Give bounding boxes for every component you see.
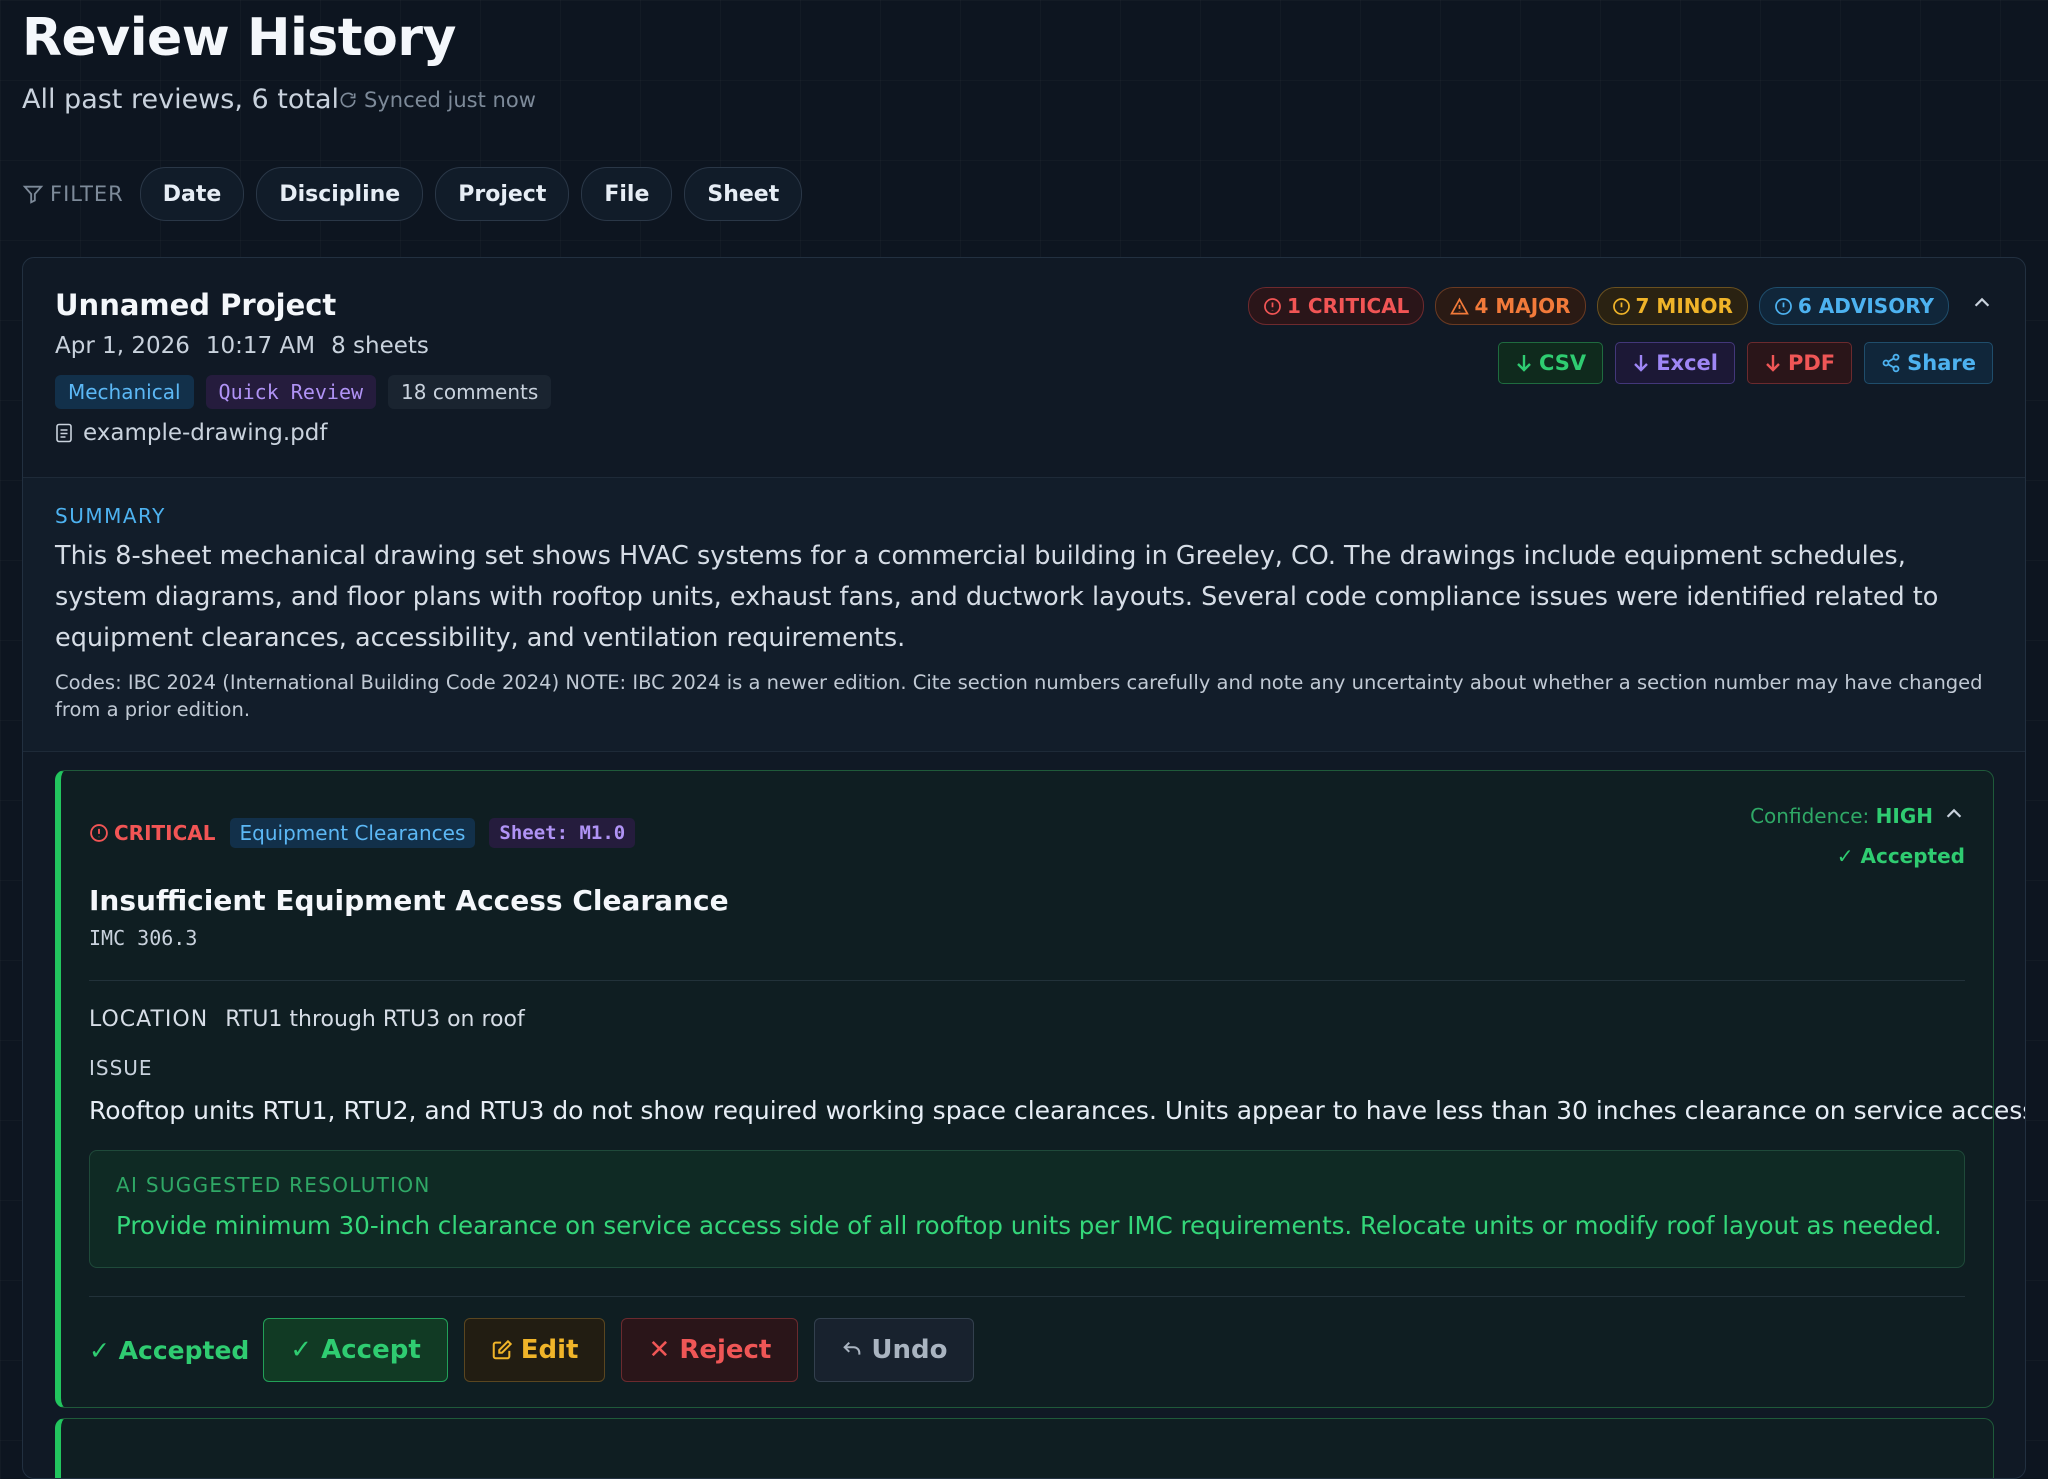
sync-status-text: Synced just now: [364, 88, 536, 112]
severity-text: CRITICAL: [114, 821, 216, 845]
filter-chip-sheet[interactable]: Sheet: [684, 167, 803, 221]
review-type-tag: Quick Review: [205, 375, 377, 409]
minor-count-badge[interactable]: 7 MINOR: [1596, 287, 1748, 325]
critical-count-text: 1 CRITICAL: [1287, 294, 1410, 318]
arrow-down-icon: [1634, 355, 1649, 372]
finding-actions: ✓ Accepted ✓ Accept Edit ✕ Reject Undo: [89, 1318, 975, 1382]
arrow-down-icon: [1517, 355, 1531, 372]
share-button[interactable]: Share: [1864, 342, 1993, 384]
alert-circle-icon: [90, 824, 108, 842]
export-pdf-button[interactable]: PDF: [1746, 342, 1853, 384]
finding-card: CRITICAL Equipment Clearances Sheet: M1.…: [55, 770, 2025, 1408]
discipline-tag: Mechanical: [55, 375, 194, 409]
filter-bar: FILTER Date Discipline Project File Shee…: [22, 167, 803, 221]
ai-resolution-box: AI SUGGESTED RESOLUTION Provide minimum …: [89, 1150, 1965, 1268]
advisory-count-badge[interactable]: 6 ADVISORY: [1758, 287, 1949, 325]
export-buttons: CSV Excel PDF Share: [1498, 342, 1993, 384]
accepted-status-top: ✓ Accepted: [1836, 844, 1965, 868]
issue-label: ISSUE: [89, 1056, 153, 1080]
filter-chip-discipline[interactable]: Discipline: [256, 167, 424, 221]
chevron-up-icon[interactable]: [1971, 292, 1993, 314]
summary-text: This 8-sheet mechanical drawing set show…: [55, 541, 1939, 653]
review-time: 10:17 AM: [205, 333, 316, 359]
location-value: RTU1 through RTU3 on roof: [225, 1007, 525, 1032]
issue-text: Rooftop units RTU1, RTU2, and RTU3 do no…: [89, 1096, 2026, 1125]
export-csv-button[interactable]: CSV: [1498, 342, 1604, 384]
edit-button[interactable]: Edit: [463, 1318, 606, 1382]
warning-triangle-icon: [1450, 297, 1470, 314]
filter-icon: [22, 185, 44, 204]
edit-label: Edit: [520, 1335, 579, 1365]
export-excel-button[interactable]: Excel: [1615, 342, 1735, 384]
summary-codes: Codes: IBC 2024 (International Building …: [55, 671, 1983, 721]
filter-chip-date[interactable]: Date: [139, 167, 245, 221]
review-sheet-count: 8 sheets: [331, 333, 429, 359]
sheet-tag: Sheet: M1.0: [489, 818, 636, 848]
confidence-indicator: Confidence: HIGH: [1750, 804, 1933, 828]
reject-button[interactable]: ✕ Reject: [621, 1318, 799, 1382]
refresh-icon: [340, 92, 356, 108]
document-icon: [56, 423, 72, 443]
divider: [89, 980, 1965, 981]
alert-circle-icon: [1264, 297, 1281, 315]
divider: [89, 1296, 1965, 1297]
filter-label: FILTER: [22, 182, 124, 206]
comments-count-tag: 18 comments: [388, 375, 552, 409]
export-excel-label: Excel: [1656, 351, 1718, 375]
share-label: Share: [1907, 351, 1976, 375]
page-subtitle: All past reviews, 6 total: [22, 84, 339, 115]
review-tags: Mechanical Quick Review 18 comments: [55, 375, 552, 409]
accept-button[interactable]: ✓ Accept: [263, 1318, 448, 1382]
file-name: example-drawing.pdf: [83, 420, 328, 446]
sync-status: Synced just now: [338, 88, 536, 112]
filter-chip-file[interactable]: File: [581, 167, 673, 221]
ai-resolution-heading: AI SUGGESTED RESOLUTION: [116, 1173, 431, 1197]
review-meta: Apr 1, 2026 10:17 AM 8 sheets: [55, 333, 429, 359]
critical-count-badge[interactable]: 1 CRITICAL: [1248, 287, 1425, 325]
undo-label: Undo: [871, 1335, 948, 1365]
code-reference: IMC 306.3: [89, 926, 198, 950]
major-count-text: 4 MAJOR: [1474, 294, 1571, 318]
undo-icon: [843, 1341, 861, 1355]
file-link[interactable]: example-drawing.pdf: [55, 420, 327, 446]
undo-button[interactable]: Undo: [814, 1318, 975, 1382]
edit-icon: [492, 1339, 512, 1360]
accepted-status-bottom: ✓ Accepted: [89, 1335, 250, 1365]
category-tag: Equipment Clearances: [229, 818, 476, 848]
finding-card-next: [55, 1418, 1994, 1478]
review-card: Unnamed Project Apr 1, 2026 10:17 AM 8 s…: [22, 257, 2026, 1479]
filter-chip-project[interactable]: Project: [435, 167, 570, 221]
share-icon: [1882, 353, 1900, 373]
info-circle-icon: [1612, 297, 1630, 315]
severity-label: CRITICAL: [89, 821, 216, 845]
minor-count-text: 7 MINOR: [1635, 294, 1733, 318]
finding-location: LOCATION RTU1 through RTU3 on roof: [89, 1007, 525, 1032]
summary-heading: SUMMARY: [55, 504, 166, 528]
export-pdf-label: PDF: [1787, 351, 1836, 375]
summary-section: SUMMARY This 8-sheet mechanical drawing …: [23, 477, 2025, 752]
confidence-value: HIGH: [1875, 804, 1933, 828]
location-label: LOCATION: [89, 1007, 209, 1032]
page-title: Review History: [22, 8, 456, 68]
filter-label-text: FILTER: [50, 182, 124, 206]
confidence-label: Confidence:: [1750, 804, 1870, 828]
info-circle-icon: [1775, 297, 1792, 315]
review-date: Apr 1, 2026: [55, 333, 190, 359]
ai-resolution-text: Provide minimum 30-inch clearance on ser…: [116, 1211, 1942, 1240]
project-name: Unnamed Project: [55, 288, 337, 322]
export-csv-label: CSV: [1539, 351, 1587, 375]
arrow-down-icon: [1766, 355, 1780, 372]
chevron-up-icon[interactable]: [1943, 803, 1965, 825]
finding-title: Insufficient Equipment Access Clearance: [89, 884, 729, 917]
finding-tags: CRITICAL Equipment Clearances Sheet: M1.…: [89, 818, 636, 848]
severity-counts: 1 CRITICAL 4 MAJOR 7 MINOR 6 ADVISORY: [1248, 287, 1949, 325]
major-count-badge[interactable]: 4 MAJOR: [1435, 287, 1586, 325]
advisory-count-text: 6 ADVISORY: [1797, 294, 1934, 318]
